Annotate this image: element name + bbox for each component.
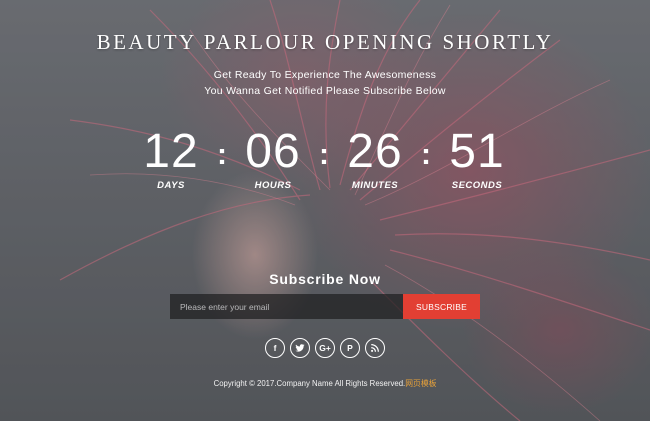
countdown-hours: 06 HOURS: [223, 125, 323, 192]
minutes-value: 26: [347, 125, 403, 178]
days-value: 12: [143, 125, 199, 178]
pinterest-icon[interactable]: P: [340, 338, 360, 358]
countdown-minutes: 26 MINUTES: [325, 125, 425, 192]
twitter-bird-glyph: [295, 344, 305, 352]
minutes-label: MINUTES: [351, 180, 399, 191]
subscribe-heading: Subscribe Now: [269, 271, 381, 287]
hours-label: HOURS: [254, 180, 292, 191]
page-title: BEAUTY PARLOUR OPENING SHORTLY: [96, 30, 554, 54]
footer-copyright: Copyright © 2017.Company Name All Rights…: [0, 378, 650, 389]
copyright-text: Copyright © 2017.Company Name All Rights…: [213, 379, 406, 388]
countdown-timer: 12 DAYS : 06 HOURS : 26 MINUTES : 51 SEC…: [0, 126, 650, 196]
subscribe-button[interactable]: SUBSCRIBE: [403, 294, 480, 319]
subtitle-line-1: Get Ready To Experience The Awesomeness: [213, 69, 437, 81]
email-input[interactable]: [170, 294, 403, 319]
facebook-glyph: f: [273, 343, 277, 353]
rss-icon[interactable]: [365, 338, 385, 358]
google-plus-glyph: G+: [319, 343, 331, 353]
coming-soon-panel: BEAUTY PARLOUR OPENING SHORTLY Get Ready…: [0, 0, 650, 421]
pinterest-glyph: P: [347, 343, 353, 353]
subtitle-line-2: You Wanna Get Notified Please Subscribe …: [204, 85, 446, 97]
twitter-icon[interactable]: [290, 338, 310, 358]
rss-feed-glyph: [371, 344, 379, 352]
template-link[interactable]: 网页模板: [405, 379, 436, 388]
countdown-days: 12 DAYS: [121, 125, 221, 192]
seconds-value: 51: [449, 125, 505, 178]
subscribe-form: SUBSCRIBE: [170, 294, 480, 319]
seconds-label: SECONDS: [451, 180, 503, 191]
days-label: DAYS: [157, 180, 185, 191]
countdown-seconds: 51 SECONDS: [427, 125, 527, 192]
facebook-icon[interactable]: f: [265, 338, 285, 358]
google-plus-icon[interactable]: G+: [315, 338, 335, 358]
hours-value: 06: [245, 125, 301, 178]
